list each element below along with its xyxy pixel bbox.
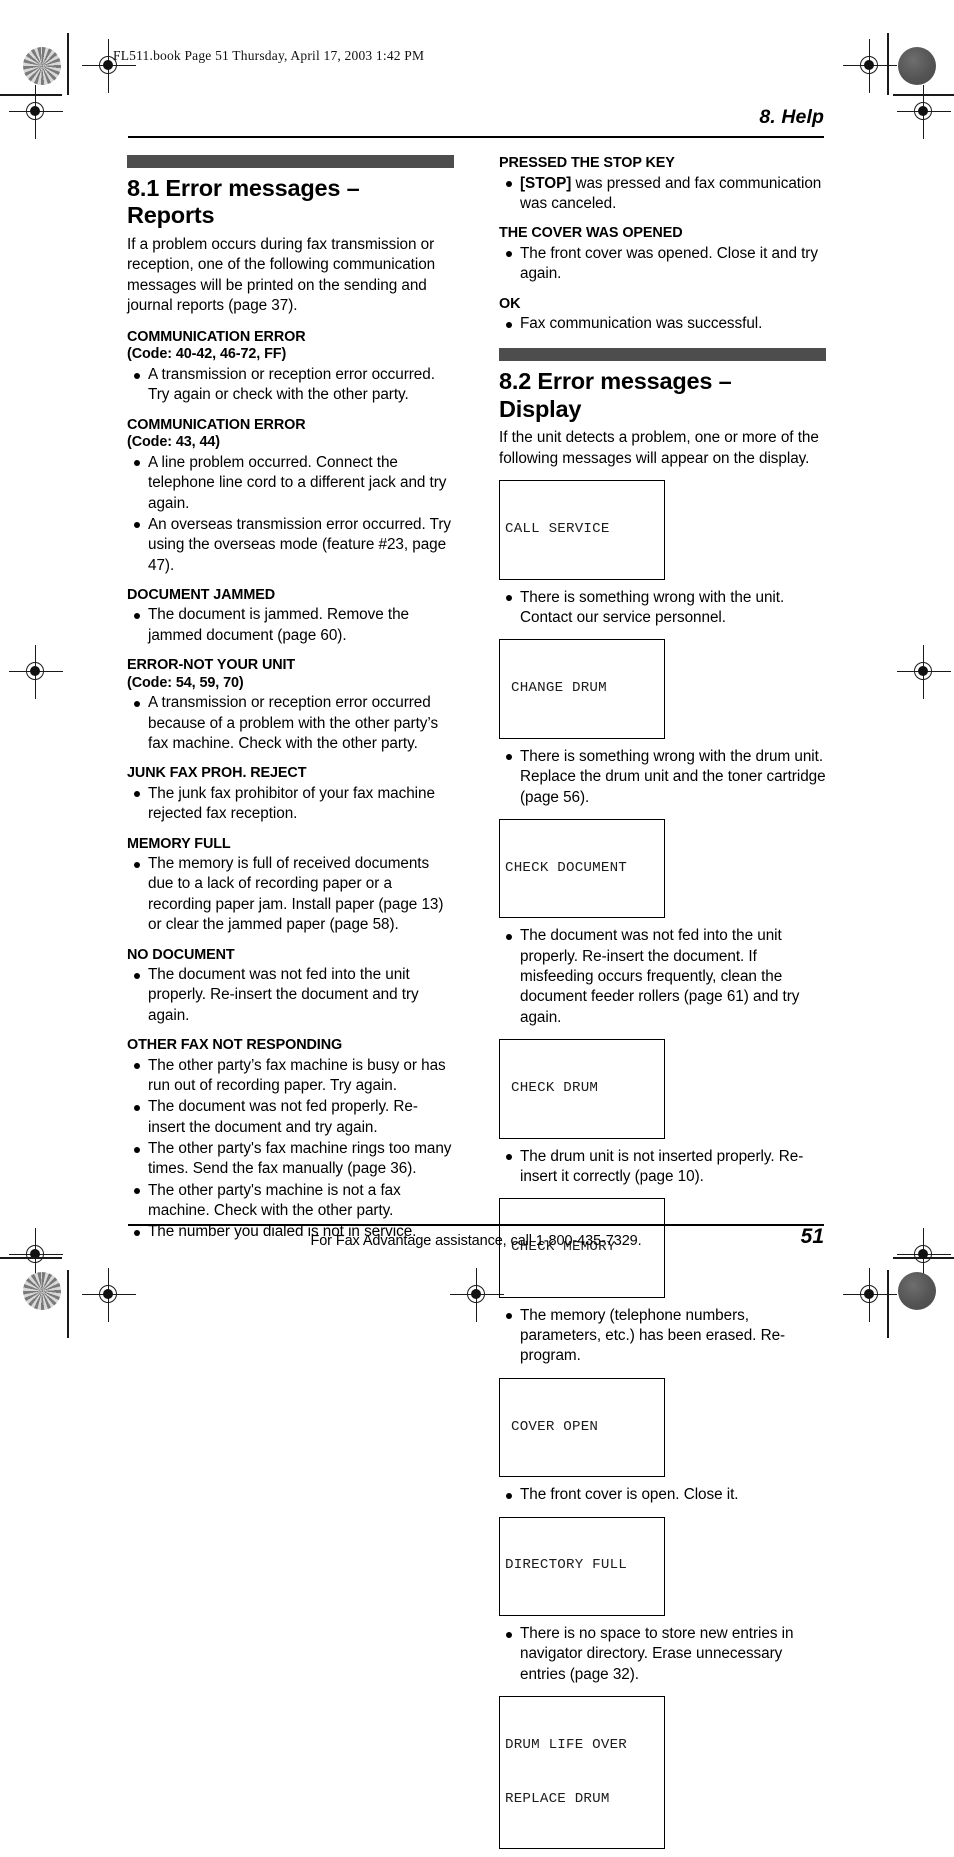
- message-bullet-list: There is no space to store new entries i…: [499, 1624, 826, 1685]
- lcd-line: CHANGE DRUM: [511, 680, 607, 697]
- right-column: PRESSED THE STOP KEY [STOP] was pressed …: [499, 155, 826, 1857]
- lcd-line: DIRECTORY FULL: [505, 1557, 627, 1574]
- message-bullet-list: The memory (telephone numbers, parameter…: [499, 1306, 826, 1367]
- message-bullet-list: The other party’s fax machine is busy or…: [127, 1056, 454, 1243]
- message-bullet-list: The document was not fed into the unit p…: [127, 965, 454, 1026]
- list-item: The other party's machine is not a fax m…: [127, 1181, 454, 1222]
- header-rule: [128, 136, 824, 138]
- left-column: 8.1 Error messages – Reports If a proble…: [127, 155, 454, 1243]
- message-bullet-list: The document was not fed into the unit p…: [499, 926, 826, 1028]
- message-heading: DOCUMENT JAMMED: [127, 587, 454, 605]
- message-bullet-list: A transmission or reception error occurr…: [127, 693, 454, 754]
- list-item: A transmission or reception error occurr…: [127, 365, 454, 406]
- message-name: OTHER FAX NOT RESPONDING: [127, 1037, 343, 1054]
- lcd-line: DRUM LIFE OVER: [505, 1736, 627, 1753]
- lcd-line: REPLACE DRUM: [505, 1790, 610, 1807]
- list-item: A line problem occurred. Connect the tel…: [127, 453, 454, 514]
- running-header-chapter: 8. Help: [759, 106, 824, 128]
- message-name: MEMORY FULL: [127, 835, 231, 852]
- lcd-display-box: CHECK DOCUMENT: [499, 818, 665, 919]
- page-number: 51: [800, 1225, 824, 1248]
- footer-assistance-text: For Fax Advantage assistance, call 1-800…: [310, 1233, 642, 1249]
- lcd-line: COVER OPEN: [511, 1418, 599, 1435]
- list-item: The memory (telephone numbers, parameter…: [499, 1306, 826, 1367]
- message-bullet-list: The junk fax prohibitor of your fax mach…: [127, 784, 454, 825]
- message-bullet-list: The front cover is open. Close it.: [499, 1485, 826, 1505]
- list-item: A transmission or reception error occurr…: [127, 693, 454, 754]
- message-name: COMMUNICATION ERROR: [127, 328, 306, 345]
- message-bullet-list: There is something wrong with the drum u…: [499, 747, 826, 808]
- message-heading: MEMORY FULL: [127, 836, 454, 854]
- section-title-8-2: 8.2 Error messages – Display: [499, 368, 826, 423]
- section-intro-8-2: If the unit detects a problem, one or mo…: [499, 429, 819, 467]
- list-item: The document was not fed properly. Re-in…: [127, 1097, 454, 1138]
- message-heading: OTHER FAX NOT RESPONDING: [127, 1037, 454, 1055]
- message-heading: NO DOCUMENT: [127, 947, 454, 965]
- lcd-display-box: CHECK DRUM: [499, 1039, 665, 1139]
- list-item: The document is jammed. Remove the jamme…: [127, 605, 454, 646]
- message-bullet-list: [STOP] was pressed and fax communication…: [499, 174, 826, 215]
- lcd-display-box: DIRECTORY FULL: [499, 1516, 665, 1617]
- lcd-line: CHECK DRUM: [511, 1079, 599, 1096]
- section-title-8-1-line2: Reports: [127, 202, 215, 229]
- list-item: An overseas transmission error occurred.…: [127, 515, 454, 576]
- message-bullet-list: The document is jammed. Remove the jamme…: [127, 605, 454, 646]
- lcd-display-box: DRUM LIFE OVER REPLACE DRUM: [499, 1696, 665, 1850]
- list-item: The drum unit is not inserted properly. …: [499, 1147, 826, 1188]
- message-bullet-list: The drum unit is not inserted properly. …: [499, 1147, 826, 1188]
- list-item: There is no space to store new entries i…: [499, 1624, 826, 1685]
- message-bullet-list: Fax communication was successful.: [499, 314, 826, 334]
- manual-page: 8. Help 8.1 Error messages – Reports If …: [0, 0, 954, 1850]
- message-name: DOCUMENT JAMMED: [127, 586, 275, 603]
- section-bar-8-1: [127, 155, 454, 168]
- message-name: ERROR-NOT YOUR UNIT: [127, 657, 296, 674]
- message-code: (Code: 43, 44): [127, 434, 220, 451]
- list-item: There is something wrong with the drum u…: [499, 747, 826, 808]
- footer-rule: [128, 1224, 824, 1226]
- list-item: The other party's fax machine rings too …: [127, 1139, 454, 1180]
- message-name: COMMUNICATION ERROR: [127, 416, 306, 433]
- list-item: The junk fax prohibitor of your fax mach…: [127, 784, 454, 825]
- message-bullet-list: A transmission or reception error occurr…: [127, 365, 454, 406]
- list-item: The memory is full of received documents…: [127, 854, 454, 935]
- section-bar-8-2: [499, 348, 826, 362]
- message-bullet-list: The memory is full of received documents…: [127, 854, 454, 935]
- section-title-8-2-line2: Display: [499, 395, 582, 422]
- message-name: OK: [499, 295, 521, 312]
- section-title-8-1-line1: 8.1 Error messages –: [127, 175, 360, 201]
- lcd-display-box: CHANGE DRUM: [499, 639, 665, 739]
- message-heading: COMMUNICATION ERROR (Code: 43, 44): [127, 417, 454, 452]
- list-item: The other party’s fax machine is busy or…: [127, 1056, 454, 1097]
- message-heading: COMMUNICATION ERROR (Code: 40-42, 46-72,…: [127, 329, 454, 364]
- list-item: [STOP] was pressed and fax communication…: [499, 174, 826, 215]
- message-heading: OK: [499, 296, 826, 314]
- message-bullet-list: There is something wrong with the unit. …: [499, 588, 826, 629]
- lcd-display-box: COVER OPEN: [499, 1377, 665, 1478]
- message-heading: JUNK FAX PROH. REJECT: [127, 765, 454, 783]
- message-code: (Code: 54, 59, 70): [127, 674, 244, 691]
- message-heading: THE COVER WAS OPENED: [499, 225, 826, 243]
- message-name: PRESSED THE STOP KEY: [499, 155, 675, 171]
- section-title-8-1: 8.1 Error messages – Reports: [127, 175, 454, 230]
- section-title-8-2-line1: 8.2 Error messages –: [499, 368, 732, 395]
- key-label-stop: [STOP]: [520, 174, 572, 192]
- message-heading: PRESSED THE STOP KEY: [499, 155, 826, 173]
- message-bullet-list: A line problem occurred. Connect the tel…: [127, 453, 454, 576]
- message-name: THE COVER WAS OPENED: [499, 225, 683, 242]
- message-code: (Code: 40-42, 46-72, FF): [127, 346, 287, 363]
- lcd-line: CHECK DOCUMENT: [505, 859, 627, 876]
- message-name: JUNK FAX PROH. REJECT: [127, 765, 307, 782]
- list-item: The document was not fed into the unit p…: [127, 965, 454, 1026]
- list-item: The document was not fed into the unit p…: [499, 926, 826, 1028]
- list-item: There is something wrong with the unit. …: [499, 588, 826, 629]
- section-intro-8-1: If a problem occurs during fax transmiss…: [127, 235, 436, 315]
- message-bullet-list: The front cover was opened. Close it and…: [499, 244, 826, 285]
- list-item: The front cover is open. Close it.: [499, 1485, 826, 1505]
- lcd-display-box: CALL SERVICE: [499, 480, 665, 580]
- lcd-line: CALL SERVICE: [505, 521, 610, 538]
- message-heading: ERROR-NOT YOUR UNIT (Code: 54, 59, 70): [127, 657, 454, 692]
- list-item: The front cover was opened. Close it and…: [499, 244, 826, 285]
- message-name: NO DOCUMENT: [127, 946, 235, 963]
- list-item: Fax communication was successful.: [499, 314, 826, 334]
